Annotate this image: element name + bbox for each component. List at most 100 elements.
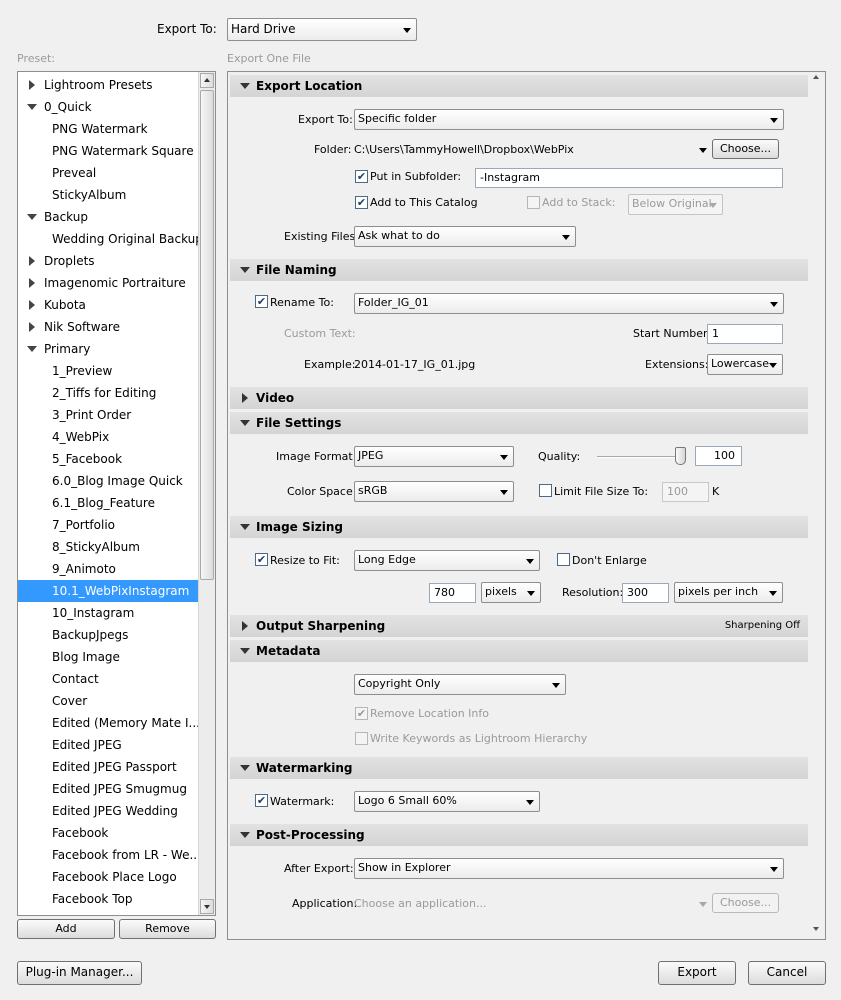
preset-item[interactable]: 5_Facebook [18, 448, 199, 470]
preset-item[interactable]: Preveal [18, 162, 199, 184]
collapse-triangle-icon[interactable] [27, 104, 37, 110]
section-post-processing[interactable]: Post-Processing [230, 824, 808, 846]
preset-item[interactable]: 7_Portfolio [18, 514, 199, 536]
limit-file-size-checkbox[interactable] [539, 484, 552, 497]
write-keywords-checkbox[interactable] [355, 732, 368, 745]
section-video[interactable]: Video [230, 387, 808, 409]
dont-enlarge-checkbox[interactable] [557, 553, 570, 566]
preset-item[interactable]: 10.1_WebPixInstagram [18, 580, 199, 602]
existing-files-select[interactable]: Ask what to do [354, 226, 576, 247]
rename-template-select[interactable]: Folder_IG_01 [354, 293, 784, 314]
section-export-location[interactable]: Export Location [230, 75, 808, 97]
section-file-naming[interactable]: File Naming [230, 259, 808, 281]
preset-item[interactable]: Blog Image [18, 646, 199, 668]
scroll-thumb[interactable] [200, 90, 214, 580]
preset-item[interactable]: 10_Instagram [18, 602, 199, 624]
folder-choose-button[interactable]: Choose... [712, 139, 779, 159]
preset-folder[interactable]: Droplets [18, 250, 199, 272]
preset-item[interactable]: Edited JPEG Wedding [18, 800, 199, 822]
section-file-settings[interactable]: File Settings [230, 412, 808, 434]
preset-folder[interactable]: Nik Software [18, 316, 199, 338]
section-output-sharpening[interactable]: Output Sharpening Sharpening Off [230, 615, 808, 637]
collapse-triangle-icon[interactable] [27, 346, 37, 352]
folder-history-dropdown-icon[interactable] [699, 148, 707, 153]
after-export-select[interactable]: Show in Explorer [354, 858, 784, 879]
size-input[interactable]: 780 [429, 583, 476, 603]
preset-folder[interactable]: Backup [18, 206, 199, 228]
rename-checkbox[interactable]: ✔ [255, 295, 268, 308]
panel-scroll-down-icon[interactable] [813, 927, 819, 931]
preset-item[interactable]: PNG Watermark Square [18, 140, 199, 162]
expand-triangle-icon[interactable] [29, 300, 35, 310]
limit-file-size-input[interactable]: 100 [662, 482, 709, 502]
quality-input[interactable]: 100 [695, 446, 742, 466]
preset-item[interactable]: 6.1_Blog_Feature [18, 492, 199, 514]
quality-slider-track[interactable] [597, 456, 683, 458]
preset-item[interactable]: Facebook Top [18, 888, 199, 910]
preset-folder[interactable]: Imagenomic Portraiture [18, 272, 199, 294]
preset-item[interactable]: 4_WebPix [18, 426, 199, 448]
preset-item[interactable]: Contact [18, 668, 199, 690]
preset-item[interactable]: Wedding Original Backup [18, 228, 199, 250]
preset-item[interactable]: Edited JPEG Passport [18, 756, 199, 778]
application-choose-button[interactable]: Choose... [712, 893, 779, 913]
remove-location-checkbox[interactable]: ✔ [355, 707, 368, 720]
expand-triangle-icon[interactable] [29, 322, 35, 332]
remove-preset-button[interactable]: Remove [119, 919, 216, 939]
extensions-select[interactable]: Lowercase [707, 354, 783, 375]
quality-slider-thumb[interactable] [675, 447, 686, 465]
panel-scroll-up-icon[interactable] [813, 75, 819, 79]
preset-folder[interactable]: Primary [18, 338, 199, 360]
preset-folder[interactable]: Kubota [18, 294, 199, 316]
section-metadata[interactable]: Metadata [230, 640, 808, 662]
add-to-catalog-checkbox[interactable]: ✔ [355, 196, 368, 209]
preset-scrollbar[interactable] [198, 72, 215, 915]
preset-item[interactable]: 2_Tiffs for Editing [18, 382, 199, 404]
preset-item[interactable]: Edited JPEG [18, 734, 199, 756]
scroll-up-button[interactable] [200, 73, 214, 88]
color-space-select[interactable]: sRGB [354, 481, 514, 502]
metadata-select[interactable]: Copyright Only [354, 674, 566, 695]
resize-checkbox[interactable]: ✔ [255, 553, 268, 566]
preset-item[interactable]: 8_StickyAlbum [18, 536, 199, 558]
resolution-input[interactable]: 300 [622, 583, 669, 603]
preset-item[interactable]: 1_Preview [18, 360, 199, 382]
preset-folder[interactable]: Lightroom Presets [18, 74, 199, 96]
preset-item[interactable]: 6.0_Blog Image Quick [18, 470, 199, 492]
watermark-select[interactable]: Logo 6 Small 60% [354, 791, 540, 812]
add-to-stack-checkbox[interactable] [527, 196, 540, 209]
preset-item[interactable]: Edited JPEG Smugmug [18, 778, 199, 800]
section-image-sizing[interactable]: Image Sizing [230, 516, 808, 538]
preset-list[interactable]: Lightroom Presets 0_Quick PNG Watermark PNG… [17, 71, 216, 916]
expand-triangle-icon[interactable] [29, 278, 35, 288]
stack-position-select[interactable]: Below Original [628, 194, 723, 215]
plugin-manager-button[interactable]: Plug-in Manager... [17, 961, 142, 985]
image-format-select[interactable]: JPEG [354, 446, 514, 467]
subfolder-checkbox[interactable]: ✔ [355, 170, 368, 183]
scroll-down-button[interactable] [200, 899, 214, 914]
preset-item[interactable]: PNG Watermark [18, 118, 199, 140]
preset-item[interactable]: Facebook Place Logo [18, 866, 199, 888]
watermark-checkbox[interactable]: ✔ [255, 794, 268, 807]
resize-mode-select[interactable]: Long Edge [354, 550, 540, 571]
size-unit-select[interactable]: pixels [481, 582, 541, 603]
start-number-input[interactable]: 1 [707, 324, 783, 344]
preset-item[interactable]: Facebook from LR - We... [18, 844, 199, 866]
preset-item[interactable]: StickyAlbum [18, 184, 199, 206]
resolution-unit-select[interactable]: pixels per inch [674, 582, 783, 603]
application-history-dropdown-icon[interactable] [699, 902, 707, 907]
expand-triangle-icon[interactable] [29, 256, 35, 266]
preset-item[interactable]: 3_Print Order [18, 404, 199, 426]
preset-item[interactable]: 9_Animoto [18, 558, 199, 580]
subfolder-input[interactable]: -Instagram [475, 168, 783, 188]
preset-item[interactable]: BackupJpegs [18, 624, 199, 646]
location-export-to-select[interactable]: Specific folder [354, 109, 784, 130]
export-to-select[interactable]: Hard Drive [227, 18, 417, 41]
add-preset-button[interactable]: Add [17, 919, 115, 939]
preset-item[interactable]: Cover [18, 690, 199, 712]
preset-item[interactable]: Edited (Memory Mate I... [18, 712, 199, 734]
expand-triangle-icon[interactable] [29, 80, 35, 90]
section-watermarking[interactable]: Watermarking [230, 757, 808, 779]
preset-folder[interactable]: 0_Quick [18, 96, 199, 118]
collapse-triangle-icon[interactable] [27, 214, 37, 220]
